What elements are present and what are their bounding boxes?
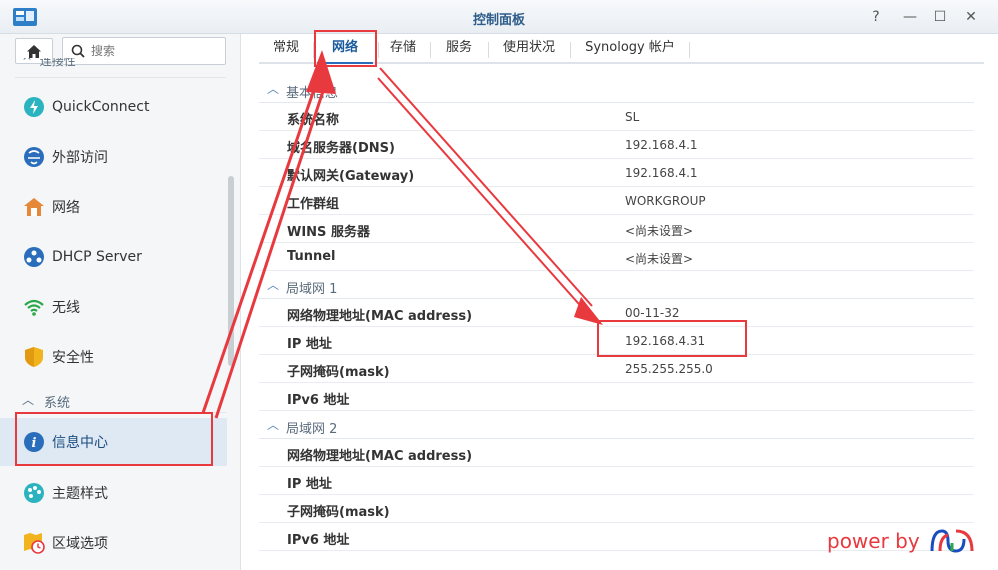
sidebar-item-quickconnect[interactable]: QuickConnect — [0, 83, 227, 131]
row-key: 网络物理地址(MAC address) — [287, 309, 473, 324]
sidebar-item-label: 主题样式 — [52, 486, 108, 502]
watermark-logo — [930, 529, 974, 553]
row-key: 子网掩码(mask) — [287, 365, 390, 380]
tab-general[interactable]: 常规 — [263, 34, 309, 64]
divider — [570, 42, 571, 58]
network-icon — [24, 198, 44, 216]
table-row: 系统名称 SL — [259, 103, 974, 131]
table-row: IP 地址 — [259, 467, 974, 495]
title-bar: 控制面板 ? — ☐ ✕ — [0, 0, 998, 34]
search-box[interactable] — [62, 37, 226, 65]
section-lan-2[interactable]: ︿ 局域网 2 — [259, 411, 974, 439]
category-connectivity: ^ 连接性 — [22, 58, 76, 68]
section-title: 基本信息 — [286, 86, 339, 101]
close-button[interactable]: ✕ — [962, 8, 980, 26]
sidebar-item-dhcp[interactable]: DHCP Server — [0, 233, 227, 281]
table-row: Tunnel <尚未设置> — [259, 243, 974, 271]
sidebar-item-theme[interactable]: 主题样式 — [0, 469, 227, 517]
row-value: 192.168.4.1 — [625, 166, 698, 180]
section-title: 局域网 2 — [286, 422, 338, 437]
row-key: IPv6 地址 — [287, 393, 350, 408]
quickconnect-icon — [24, 97, 44, 117]
home-icon — [27, 44, 41, 58]
row-value: 00-11-32 — [625, 306, 680, 320]
row-value: WORKGROUP — [625, 194, 706, 208]
minimize-button[interactable]: — — [901, 8, 919, 26]
row-value: 192.168.4.1 — [625, 138, 698, 152]
theme-icon — [24, 483, 44, 503]
window-title: 控制面板 — [472, 13, 525, 28]
sidebar-item-label: 外部访问 — [52, 150, 108, 166]
watermark: power by — [827, 525, 976, 557]
table-row: WINS 服务器 <尚未设置> — [259, 215, 974, 243]
dhcp-icon — [24, 247, 44, 267]
sidebar-item-label: 区域选项 — [52, 536, 108, 552]
tab-services[interactable]: 服务 — [435, 34, 483, 64]
annotation-box-info-center — [15, 412, 213, 466]
sidebar-item-network[interactable]: 网络 — [0, 183, 227, 231]
maximize-button[interactable]: ☐ — [931, 8, 949, 26]
chevron-up-icon: ︿ — [267, 278, 280, 292]
row-key: WINS 服务器 — [287, 225, 370, 240]
row-key: 网络物理地址(MAC address) — [287, 449, 473, 464]
row-key: IP 地址 — [287, 477, 332, 492]
table-row: 子网掩码(mask) — [259, 495, 974, 523]
section-title: 局域网 1 — [286, 282, 338, 297]
chevron-up-icon: ︿ — [267, 418, 280, 432]
sidebar-item-region[interactable]: 区域选项 — [0, 519, 227, 567]
wireless-icon — [24, 299, 44, 316]
security-icon — [25, 347, 43, 367]
category-system: 系统 — [44, 396, 71, 411]
chevron-up-icon[interactable]: ︿ — [22, 391, 34, 408]
row-value: <尚未设置> — [625, 252, 694, 266]
table-row: 域名服务器(DNS) 192.168.4.1 — [259, 131, 974, 159]
row-value: 255.255.255.0 — [625, 362, 713, 376]
sidebar-item-wireless[interactable]: 无线 — [0, 283, 227, 331]
chevron-up-icon: ︿ — [267, 82, 280, 96]
row-key: 域名服务器(DNS) — [287, 141, 395, 156]
table-row: 网络物理地址(MAC address) — [259, 439, 974, 467]
row-key: 工作群组 — [287, 197, 340, 212]
divider — [488, 42, 489, 58]
sidebar-item-label: 网络 — [52, 200, 80, 216]
external-access-icon — [24, 147, 44, 167]
divider — [689, 42, 690, 58]
help-button[interactable]: ? — [867, 8, 885, 26]
tab-usage[interactable]: 使用状况 — [493, 34, 565, 64]
section-basic-info[interactable]: ︿ 基本信息 — [259, 75, 974, 103]
row-key: IPv6 地址 — [287, 533, 350, 548]
sidebar-item-label: 无线 — [52, 300, 80, 316]
divider — [430, 42, 431, 58]
annotation-box-ip-address — [597, 320, 747, 357]
annotation-box-network-tab — [314, 30, 377, 67]
table-row: 默认网关(Gateway) 192.168.4.1 — [259, 159, 974, 187]
sidebar-item-label: DHCP Server — [52, 249, 142, 265]
sidebar-item-label: QuickConnect — [52, 99, 150, 115]
sidebar-item-security[interactable]: 安全性 — [0, 333, 227, 381]
sidebar-item-external-access[interactable]: 外部访问 — [0, 133, 227, 181]
divider — [15, 77, 226, 78]
watermark-text: power by — [827, 529, 920, 553]
row-key: 系统名称 — [287, 113, 340, 128]
row-value: <尚未设置> — [625, 224, 694, 238]
sidebar: ^ 连接性 QuickConnect 外部访问 网络 DHCP Server — [0, 34, 241, 570]
sidebar-scrollbar[interactable] — [228, 176, 234, 366]
table-row: IPv6 地址 — [259, 383, 974, 411]
region-icon — [24, 533, 45, 554]
table-row: 子网掩码(mask) 255.255.255.0 — [259, 355, 974, 383]
search-icon — [71, 44, 85, 58]
row-key: 子网掩码(mask) — [287, 505, 390, 520]
divider — [378, 42, 379, 58]
row-value: SL — [625, 110, 640, 124]
row-key: IP 地址 — [287, 337, 332, 352]
section-lan-1[interactable]: ︿ 局域网 1 — [259, 271, 974, 299]
tab-storage[interactable]: 存储 — [383, 34, 423, 64]
row-key: Tunnel — [287, 249, 336, 264]
table-row: 工作群组 WORKGROUP — [259, 187, 974, 215]
row-key: 默认网关(Gateway) — [287, 169, 415, 184]
search-input[interactable] — [91, 42, 221, 60]
sidebar-item-label: 安全性 — [52, 350, 94, 366]
tab-synology-account[interactable]: Synology 帐户 — [575, 34, 685, 64]
